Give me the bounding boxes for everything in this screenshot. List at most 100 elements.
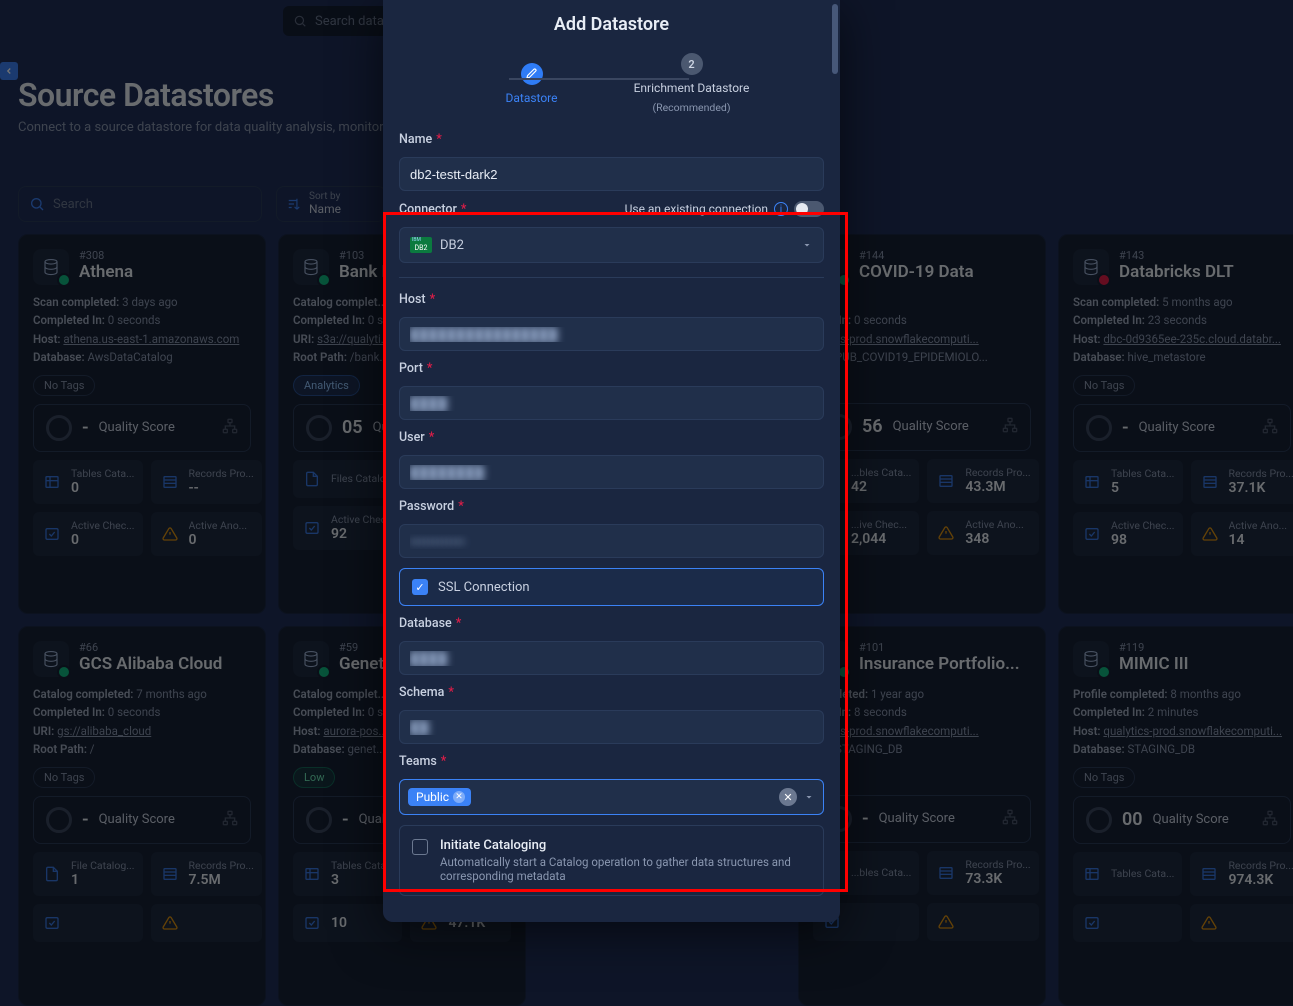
datastore-icon (1073, 641, 1109, 677)
quality-score-row[interactable]: - Quality Score (813, 795, 1031, 843)
datastore-card[interactable]: #66 GCS Alibaba Cloud Catalog completed:… (18, 626, 266, 1006)
stat-records[interactable]: Records Pro...-- (151, 460, 262, 504)
stat-anomalies[interactable]: Active Ano...0 (151, 512, 262, 556)
stat-tables[interactable]: File Catalog...1 (33, 852, 143, 896)
back-button[interactable] (0, 62, 18, 80)
score-label: Quality Score (99, 812, 175, 827)
stat-tables[interactable]: Tables Cata...5 (1073, 460, 1183, 504)
stat-checks[interactable] (1073, 904, 1182, 942)
tree-icon[interactable] (1002, 417, 1018, 437)
tree-icon[interactable] (1262, 810, 1278, 830)
tree-icon[interactable] (222, 418, 238, 438)
add-datastore-modal: Add Datastore Datastore 2 Enrichment Dat… (383, 0, 840, 922)
info-icon[interactable]: i (774, 202, 788, 216)
tag[interactable]: Analytics (293, 375, 360, 396)
connector-select[interactable]: DB2 DB2 (399, 227, 824, 263)
tag[interactable]: No Tags (33, 375, 95, 396)
score-value: - (862, 808, 869, 829)
stat-records[interactable]: Records Pro...73.3K (927, 851, 1038, 895)
card-meta: Scan completed: 5 months ago Completed I… (1073, 293, 1291, 367)
card-id: #119 (1119, 641, 1189, 654)
teams-label: Teams* (399, 754, 824, 769)
port-field[interactable] (399, 386, 824, 420)
page-subtitle: Connect to a source datastore for data q… (18, 120, 417, 135)
name-field[interactable] (399, 157, 824, 191)
stat-checks[interactable]: Active Chec...0 (33, 512, 143, 556)
password-field[interactable] (399, 524, 824, 558)
host-label: Host* (399, 292, 824, 307)
datastore-card[interactable]: #308 Athena Scan completed: 3 days ago C… (18, 234, 266, 614)
quality-score-row[interactable]: - Quality Score (33, 796, 251, 844)
quality-score-row[interactable]: 56 Quality Score (813, 403, 1031, 451)
tree-icon[interactable] (222, 810, 238, 830)
schema-field[interactable] (399, 710, 824, 744)
stat-tables[interactable]: Tables Cata... (1073, 852, 1182, 896)
step-1-label: Datastore (505, 91, 557, 105)
datastore-icon (33, 641, 69, 677)
quality-score-row[interactable]: 00 Quality Score (1073, 796, 1291, 844)
tag[interactable]: Low (293, 767, 335, 788)
stat-anomalies[interactable] (151, 904, 262, 942)
sort-select[interactable]: Sort by Name (276, 186, 386, 222)
datastore-card[interactable]: #119 MIMIC III Profile completed: 8 mont… (1058, 626, 1293, 1006)
initiate-cataloging-row[interactable]: Initiate Cataloging Automatically start … (399, 825, 824, 896)
scrollbar[interactable] (832, 4, 838, 74)
stepper: Datastore 2 Enrichment Datastore (Recomm… (383, 43, 840, 132)
stat-checks[interactable] (33, 904, 143, 942)
user-field[interactable] (399, 455, 824, 489)
catalog-title: Initiate Cataloging (440, 838, 811, 853)
stat-records[interactable]: Records Pro...43.3M (927, 459, 1038, 503)
step-line (509, 78, 689, 80)
checkbox-unchecked-icon[interactable] (412, 839, 428, 855)
tag[interactable]: No Tags (33, 767, 95, 788)
database-label: Database* (399, 616, 824, 631)
score-value: 56 (862, 416, 883, 437)
quality-score-row[interactable]: - Quality Score (1073, 404, 1291, 452)
sort-icon (287, 197, 301, 211)
stat-tables[interactable]: Tables Cata...0 (33, 460, 143, 504)
score-value: - (82, 417, 89, 438)
tag[interactable]: No Tags (1073, 767, 1135, 788)
host-field[interactable] (399, 317, 824, 351)
score-ring-icon (1086, 807, 1112, 833)
ssl-label: SSL Connection (438, 580, 530, 595)
stat-records[interactable]: Records Pro...37.1K (1191, 460, 1293, 504)
quality-score-row[interactable]: - Quality Score (33, 404, 251, 452)
card-meta: ago ...ed In: 0 seconds alytics-prod.sno… (813, 293, 1031, 367)
datastore-card[interactable]: #143 Databricks DLT Scan completed: 5 mo… (1058, 234, 1293, 614)
teams-select[interactable]: Public ✕ ✕ (399, 779, 824, 815)
score-value: 00 (1122, 809, 1143, 830)
step-1-dot[interactable] (521, 63, 543, 85)
search-placeholder: Search (53, 197, 93, 212)
team-chip-public[interactable]: Public ✕ (408, 788, 471, 806)
clear-teams-icon[interactable]: ✕ (779, 788, 797, 806)
stat-anomalies[interactable] (1190, 904, 1293, 942)
port-label: Port* (399, 361, 824, 376)
ssl-checkbox-row[interactable]: ✓ SSL Connection (399, 568, 824, 606)
stat-checks[interactable]: Active Chec...98 (1073, 512, 1183, 556)
tree-icon[interactable] (1002, 809, 1018, 829)
card-meta: ...mpleted: 1 year ago ...ed In: 8 secon… (813, 685, 1031, 759)
tag[interactable]: No Tags (1073, 375, 1135, 396)
user-label: User* (399, 430, 824, 445)
score-value: - (342, 809, 349, 830)
card-id: #101 (859, 641, 1020, 654)
database-field[interactable] (399, 641, 824, 675)
chevron-down-icon (803, 791, 815, 803)
card-title: Insurance Portfolio... (859, 654, 1020, 674)
db2-icon: DB2 (410, 237, 432, 253)
search-icon (293, 14, 307, 28)
stat-records[interactable]: Records Pro...974.3K (1190, 852, 1293, 896)
stat-anomalies[interactable]: Active Ano...348 (927, 511, 1038, 555)
card-id: #144 (859, 249, 974, 262)
tree-icon[interactable] (1262, 418, 1278, 438)
card-title: Athena (79, 262, 133, 282)
search-input[interactable]: Search (18, 186, 262, 222)
step-2-dot[interactable]: 2 (681, 53, 703, 75)
score-label: Quality Score (879, 811, 955, 826)
stat-anomalies[interactable]: Active Ano...14 (1191, 512, 1293, 556)
remove-chip-icon[interactable]: ✕ (453, 791, 465, 803)
stat-records[interactable]: Records Pro...7.5M (151, 852, 262, 896)
score-label: Quality Score (893, 419, 969, 434)
existing-connection-toggle[interactable] (794, 201, 824, 217)
